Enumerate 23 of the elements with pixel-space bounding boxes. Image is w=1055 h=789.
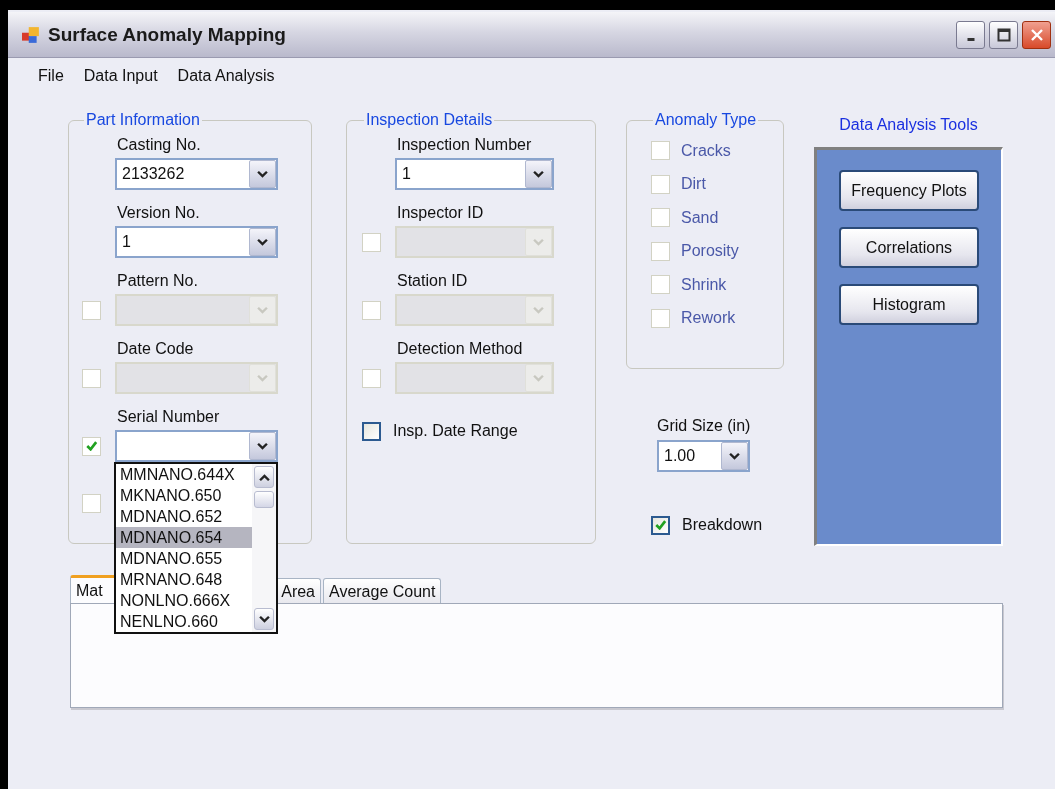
field-label: Grid Size (in) [657, 416, 752, 436]
checkbox-label: Porosity [681, 242, 739, 261]
checkbox-label: Dirt [681, 175, 706, 194]
field-label: Serial Number [116, 407, 221, 427]
field-label: Version No. [116, 203, 201, 223]
field-label: Station ID [396, 271, 469, 291]
field-label: Detection Method [396, 339, 524, 359]
field-label: Pattern No. [116, 271, 199, 291]
checkbox-label: Shrink [681, 275, 727, 294]
window-title: Surface Anomaly Mapping [48, 23, 286, 46]
checkbox-label: Breakdown [682, 515, 763, 535]
group-title: Part Information [85, 110, 201, 130]
checkbox-label: Insp. Date Range [393, 421, 518, 441]
group-title: Anomaly Type [654, 110, 758, 130]
checkbox-label: Cracks [681, 141, 731, 160]
group-title: Inspection Details [365, 110, 494, 130]
field-label: Date Code [116, 339, 195, 359]
checkbox-label: Sand [681, 208, 719, 227]
field-label: Inspection Number [396, 135, 533, 155]
panel-title: Data Analysis Tools [839, 115, 978, 135]
field-label: Casting No. [116, 135, 202, 155]
field-label: Inspector ID [396, 203, 485, 223]
checkbox-label: Rework [681, 309, 736, 328]
